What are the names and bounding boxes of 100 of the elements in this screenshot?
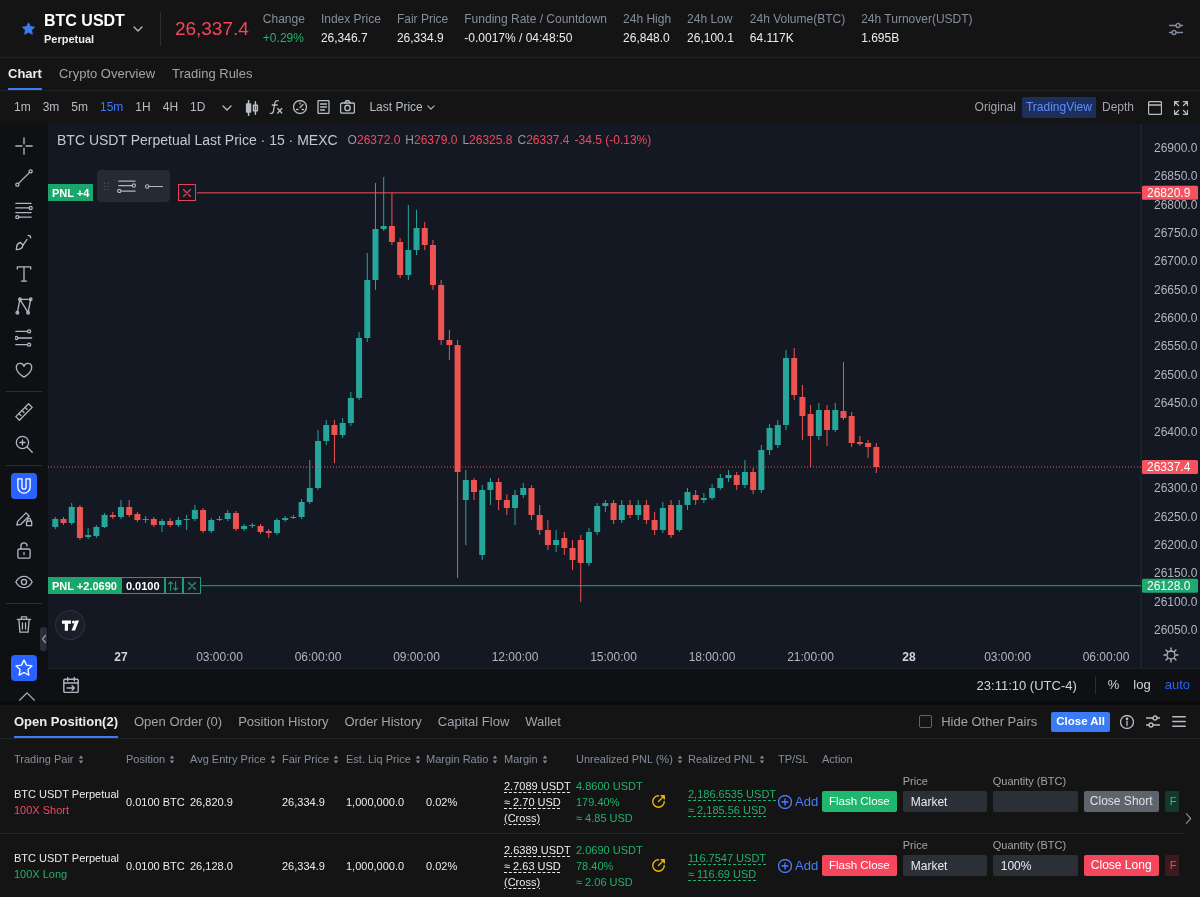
close-position-button[interactable]: Close Long <box>1083 855 1159 876</box>
chart-view-tab[interactable]: Depth <box>1097 97 1138 118</box>
interval-button[interactable]: 3m <box>42 100 60 115</box>
drag-handle-icon[interactable] <box>104 181 109 191</box>
realized-pnl[interactable]: 2,186.6535 USDT <box>688 785 778 802</box>
column-header[interactable]: Realized PNL <box>688 753 756 765</box>
position-tab[interactable]: Position History <box>238 705 329 738</box>
sort-icon[interactable] <box>77 754 84 764</box>
time-label: 18:00:00 <box>688 650 736 664</box>
swap-icon[interactable] <box>168 580 180 591</box>
plus-circle-icon[interactable] <box>778 858 792 873</box>
document-icon[interactable] <box>317 99 331 114</box>
margin-value[interactable]: (Cross) <box>504 809 576 826</box>
column-header: TP/SL <box>778 753 809 765</box>
chevron-down-icon[interactable] <box>222 104 233 111</box>
position-tab[interactable]: Open Position(2) <box>14 705 118 738</box>
chart-tab[interactable]: Crypto Overview <box>58 58 156 90</box>
fullscreen-icon[interactable] <box>1174 100 1188 115</box>
formula-icon[interactable] <box>269 99 284 114</box>
star-icon[interactable] <box>22 22 35 35</box>
close-all-button[interactable]: Close All <box>1051 711 1110 732</box>
line-settings-icon[interactable] <box>117 179 137 193</box>
scale-option[interactable]: log <box>1133 677 1151 693</box>
gauge-icon[interactable] <box>293 99 308 114</box>
share-icon[interactable] <box>652 795 665 808</box>
candlestick-icon[interactable] <box>245 99 260 116</box>
scale-option[interactable]: % <box>1107 677 1120 693</box>
chart-view-tab[interactable]: TradingView <box>1021 97 1096 118</box>
camera-icon[interactable] <box>340 99 356 114</box>
interval-button[interactable]: 5m <box>71 100 88 115</box>
checkbox-label[interactable]: Hide Other Pairs <box>941 714 1038 729</box>
interval-button[interactable]: 1H <box>135 100 151 115</box>
realized-pnl[interactable]: ≈ 116.69 USD <box>688 865 778 882</box>
margin-value[interactable]: 2.7089 USDT <box>504 777 576 794</box>
flash-close-button[interactable]: Flash Close <box>822 855 897 876</box>
chevron-left-icon[interactable] <box>41 635 46 643</box>
sort-icon[interactable] <box>541 754 548 764</box>
share-icon[interactable] <box>652 859 665 872</box>
close-icon[interactable] <box>187 581 196 590</box>
quantity-field[interactable]: 100% <box>992 855 1078 876</box>
price-tick-label: 26050.0 <box>1154 622 1198 637</box>
position-tab[interactable]: Order History <box>344 705 422 738</box>
quantity-field[interactable] <box>992 791 1078 812</box>
chevron-up-icon[interactable] <box>18 692 35 701</box>
realized-pnl[interactable]: ≈ 2,185.56 USD <box>688 801 778 818</box>
price-source-dropdown[interactable]: Last Price <box>369 100 435 115</box>
column-header[interactable]: Trading Pair <box>14 753 74 765</box>
margin-value[interactable]: ≈ 2.70 USD <box>504 793 576 810</box>
margin-value[interactable]: 2.6389 USDT <box>504 841 576 858</box>
add-tp-sl-button[interactable]: Add <box>778 793 822 810</box>
margin-value[interactable]: ≈ 2.63 USD <box>504 857 576 874</box>
layout-icon[interactable] <box>1148 100 1162 115</box>
column-header[interactable]: Fair Price <box>282 753 330 765</box>
position-tab[interactable]: Wallet <box>525 705 561 738</box>
interval-button[interactable]: 1m <box>14 100 31 115</box>
collapse-handle[interactable] <box>40 627 47 651</box>
sort-icon[interactable] <box>492 754 499 764</box>
position-tab[interactable]: Open Order (0) <box>134 705 223 738</box>
sliders-icon[interactable] <box>1168 20 1184 37</box>
sort-icon[interactable] <box>759 754 766 764</box>
add-tp-sl-button[interactable]: Add <box>778 857 822 874</box>
cut-off-button[interactable]: F <box>1164 855 1179 876</box>
close-icon[interactable] <box>183 188 192 197</box>
plus-circle-icon[interactable] <box>778 794 792 809</box>
sliders-icon[interactable] <box>1146 715 1160 728</box>
chart-view-tab[interactable]: Original <box>970 97 1020 118</box>
sort-icon[interactable] <box>676 754 683 764</box>
menu-icon[interactable] <box>1172 716 1186 727</box>
realized-pnl[interactable]: 116.7547 USDT <box>688 849 778 866</box>
price-field[interactable]: Market <box>902 791 987 812</box>
column-header[interactable]: Est. Liq Price <box>346 753 411 765</box>
sort-icon[interactable] <box>269 754 276 764</box>
close-position-button[interactable] <box>178 184 197 202</box>
info-icon[interactable] <box>1120 714 1134 729</box>
line-style-icon[interactable] <box>145 183 163 189</box>
column-header[interactable]: Position <box>126 753 166 765</box>
margin-value[interactable]: (Cross) <box>504 873 576 890</box>
column-header[interactable]: Margin <box>504 753 538 765</box>
sort-icon[interactable] <box>333 754 340 764</box>
column-header[interactable]: Unrealized PNL (%) <box>576 753 673 765</box>
position-tab[interactable]: Capital Flow <box>437 705 510 738</box>
chevron-down-icon[interactable] <box>426 105 435 110</box>
chart-tab[interactable]: Trading Rules <box>172 58 253 90</box>
hide-pairs-checkbox[interactable] <box>919 715 933 728</box>
interval-button[interactable]: 4H <box>162 100 179 115</box>
column-header[interactable]: Margin Ratio <box>426 753 489 765</box>
logo-icon[interactable] <box>55 610 85 640</box>
column-header[interactable]: Avg Entry Price <box>190 753 266 765</box>
interval-button[interactable]: 1D <box>190 100 206 115</box>
price-field[interactable]: Market <box>902 855 987 876</box>
settings-icon[interactable] <box>1163 647 1179 663</box>
cut-off-button[interactable]: F <box>1164 791 1179 812</box>
chevron-right-icon[interactable] <box>1185 812 1192 825</box>
scale-option[interactable]: auto <box>1164 677 1190 693</box>
interval-button[interactable]: 15m <box>100 100 124 115</box>
price-tick-label: 26300.0 <box>1154 481 1198 496</box>
sort-icon[interactable] <box>414 754 421 764</box>
calendar-icon[interactable] <box>63 677 79 693</box>
chevron-down-icon[interactable] <box>132 25 143 32</box>
sort-icon[interactable] <box>169 754 176 764</box>
